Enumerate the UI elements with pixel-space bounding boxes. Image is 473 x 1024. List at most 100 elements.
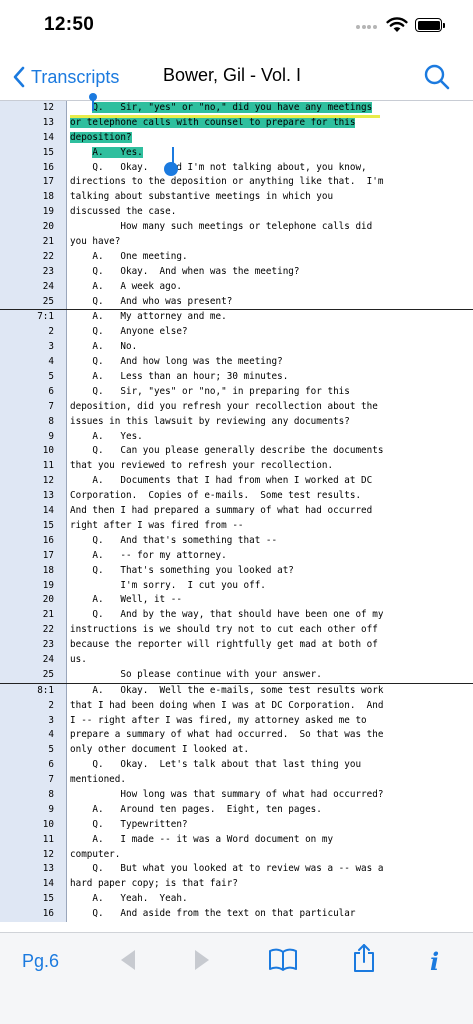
transcript-line[interactable]: 20 How many such meetings or telephone c… <box>0 220 473 236</box>
transcript-line[interactable]: 11 that you reviewed to refresh your reco… <box>0 459 473 475</box>
transcript-line[interactable]: 9 A. Yes. <box>0 429 473 445</box>
transcript-line[interactable]: 15 A. Yes. <box>0 145 473 161</box>
transcript-line[interactable]: 10 Q. Typewritten? <box>0 817 473 833</box>
back-button[interactable]: Transcripts <box>12 62 119 92</box>
line-text: A. My attorney and me. <box>70 311 227 323</box>
line-number: 14 <box>0 504 67 519</box>
page-indicator-button[interactable]: Pg.6 <box>22 951 59 972</box>
transcript-page: 8:1 A. Okay. Well the e-mails, some test… <box>0 682 473 922</box>
transcript-line[interactable]: 13 or telephone calls with counsel to pre… <box>0 115 473 131</box>
transcript-line[interactable]: 16 Q. Okay. And I'm not talking about, y… <box>0 160 473 176</box>
line-text: deposition? <box>70 131 473 146</box>
transcript-view[interactable]: 12 Q. Sir, "yes" or "no," did you have a… <box>0 100 473 932</box>
transcript-line[interactable]: 16 Q. And that's something that -- <box>0 533 473 549</box>
transcript-line[interactable]: 4 Q. And how long was the meeting? <box>0 355 473 371</box>
line-text: Q. That's something you looked at? <box>70 564 294 576</box>
line-number: 7 <box>0 773 67 788</box>
transcript-line[interactable]: 4 prepare a summary of what had occurred.… <box>0 728 473 744</box>
transcript-line[interactable]: 7 mentioned. <box>0 773 473 788</box>
transcript-line[interactable]: 20 A. Well, it -- <box>0 593 473 609</box>
line-number: 5 <box>0 370 67 385</box>
transcript-line[interactable]: 23 Q. Okay. And when was the meeting? <box>0 264 473 280</box>
share-icon[interactable] <box>352 943 376 973</box>
line-text: How many such meetings or telephone call… <box>70 221 373 233</box>
line-number: 2 <box>0 325 67 341</box>
transcript-line[interactable]: 19 discussed the case. <box>0 205 473 221</box>
transcript-line[interactable]: 13 Q. But what you looked at to review w… <box>0 862 473 878</box>
transcript-line[interactable]: 18 Q. That's something you looked at? <box>0 563 473 579</box>
transcript-line[interactable]: 17 directions to the deposition or anythi… <box>0 175 473 191</box>
transcript-line[interactable]: 7:1 A. My attorney and me. <box>0 310 473 326</box>
transcript-line[interactable]: 5 A. Less than an hour; 30 minutes. <box>0 370 473 385</box>
previous-triangle-icon[interactable] <box>118 947 138 973</box>
transcript-line[interactable]: 11 A. I made -- it was a Word document o… <box>0 832 473 848</box>
transcript-line[interactable]: 24 A. A week ago. <box>0 279 473 295</box>
transcript-line[interactable]: 14 And then I had prepared a summary of w… <box>0 504 473 519</box>
transcript-line[interactable]: 2 Q. Anyone else? <box>0 325 473 341</box>
transcript-line[interactable]: 2 that I had been doing when I was at DC … <box>0 698 473 714</box>
transcript-line[interactable]: 17 A. -- for my attorney. <box>0 548 473 564</box>
transcript-line[interactable]: 8:1 A. Okay. Well the e-mails, some test… <box>0 683 473 699</box>
line-text: Q. But what you looked at to review was … <box>70 863 384 875</box>
transcript-line[interactable]: 3I -- right after I was fired, my attorn… <box>0 713 473 729</box>
line-text: Q. Sir, "yes" or "no," did you have any … <box>70 101 473 116</box>
transcript-line[interactable]: 16 Q. And aside from the text on that pa… <box>0 907 473 922</box>
selection-end-handle[interactable] <box>164 162 178 176</box>
transcript-line[interactable]: 22 instructions is we should try not to c… <box>0 623 473 639</box>
transcript-line[interactable]: 24 us. <box>0 652 473 668</box>
line-text: instructions is we should try not to cut… <box>70 624 378 636</box>
transcript-line[interactable]: 15 right after I was fired from -- <box>0 518 473 534</box>
transcript-line[interactable]: 25 So please continue with your answer. <box>0 667 473 683</box>
transcript-line[interactable]: 21 Q. And by the way, that should have b… <box>0 608 473 624</box>
transcript-line[interactable]: 7 deposition, did you refresh your recoll… <box>0 399 473 415</box>
transcript-line[interactable]: 8 issues in this lawsuit by reviewing any… <box>0 414 473 430</box>
line-text: Q. And aside from the text on that parti… <box>70 908 356 920</box>
transcript-line[interactable]: 12 computer. <box>0 847 473 863</box>
transcript-line[interactable]: 21 you have? <box>0 235 473 250</box>
transcript-line[interactable]: 8 How long was that summary of what had … <box>0 787 473 803</box>
search-icon[interactable] <box>423 63 451 91</box>
line-text: right after I was fired from -- <box>70 519 244 531</box>
wifi-icon <box>386 17 408 32</box>
line-number: 19 <box>0 578 67 594</box>
line-number: 21 <box>0 608 67 624</box>
transcript-line[interactable]: 15 A. Yeah. Yeah. <box>0 892 473 908</box>
transcript-page: 7:1 A. My attorney and me. 2 Q. Anyone el… <box>0 309 473 683</box>
highlighted-text: or telephone calls with counsel to prepa… <box>70 116 356 128</box>
line-number: 20 <box>0 593 67 609</box>
transcript-line[interactable]: 5 only other document I looked at. <box>0 743 473 759</box>
transcript-line[interactable]: 12 Q. Sir, "yes" or "no," did you have a… <box>0 101 473 116</box>
highlighted-text: deposition? <box>70 131 132 143</box>
transcript-line[interactable]: 22 A. One meeting. <box>0 249 473 265</box>
line-number: 3 <box>0 713 67 729</box>
transcript-line[interactable]: 3 A. No. <box>0 340 473 356</box>
line-number: 14 <box>0 877 67 893</box>
line-number: 25 <box>0 294 67 310</box>
transcript-line[interactable]: 13 Corporation. Copies of e-mails. Some t… <box>0 489 473 505</box>
line-number: 10 <box>0 817 67 833</box>
open-book-icon[interactable] <box>268 947 298 973</box>
info-icon[interactable]: i <box>430 947 439 976</box>
transcript-line[interactable]: 6 Q. Okay. Let's talk about that last th… <box>0 758 473 774</box>
line-text: Q. Can you please generally describe the… <box>70 445 384 457</box>
transcript-line[interactable]: 14 hard paper copy; is that fair? <box>0 877 473 893</box>
line-text: A. A week ago. <box>70 280 182 292</box>
transcript-line[interactable]: 10 Q. Can you please generally describe … <box>0 444 473 460</box>
line-number: 8:1 <box>0 683 67 699</box>
transcript-line[interactable]: 9 A. Around ten pages. Eight, ten pages. <box>0 802 473 818</box>
transcript-line[interactable]: 25 Q. And who was present? <box>0 294 473 310</box>
transcript-line[interactable]: 23 because the reporter will rightfully g… <box>0 638 473 653</box>
line-number: 16 <box>0 533 67 549</box>
line-text: us. <box>70 653 87 665</box>
selection-start-handle[interactable] <box>89 93 97 111</box>
transcript-line[interactable]: 14 deposition? <box>0 130 473 146</box>
transcript-line[interactable]: 6 Q. Sir, "yes" or "no," in preparing fo… <box>0 384 473 400</box>
transcript-line[interactable]: 12 A. Documents that I had from when I w… <box>0 474 473 490</box>
line-number: 24 <box>0 279 67 295</box>
line-text: A. Yes. <box>70 430 143 442</box>
line-text: A. Around ten pages. Eight, ten pages. <box>70 803 322 815</box>
next-triangle-icon[interactable] <box>192 947 212 973</box>
transcript-line[interactable]: 19 I'm sorry. I cut you off. <box>0 578 473 594</box>
line-text: A. Yeah. Yeah. <box>70 893 188 905</box>
transcript-line[interactable]: 18 talking about substantive meetings in … <box>0 190 473 206</box>
